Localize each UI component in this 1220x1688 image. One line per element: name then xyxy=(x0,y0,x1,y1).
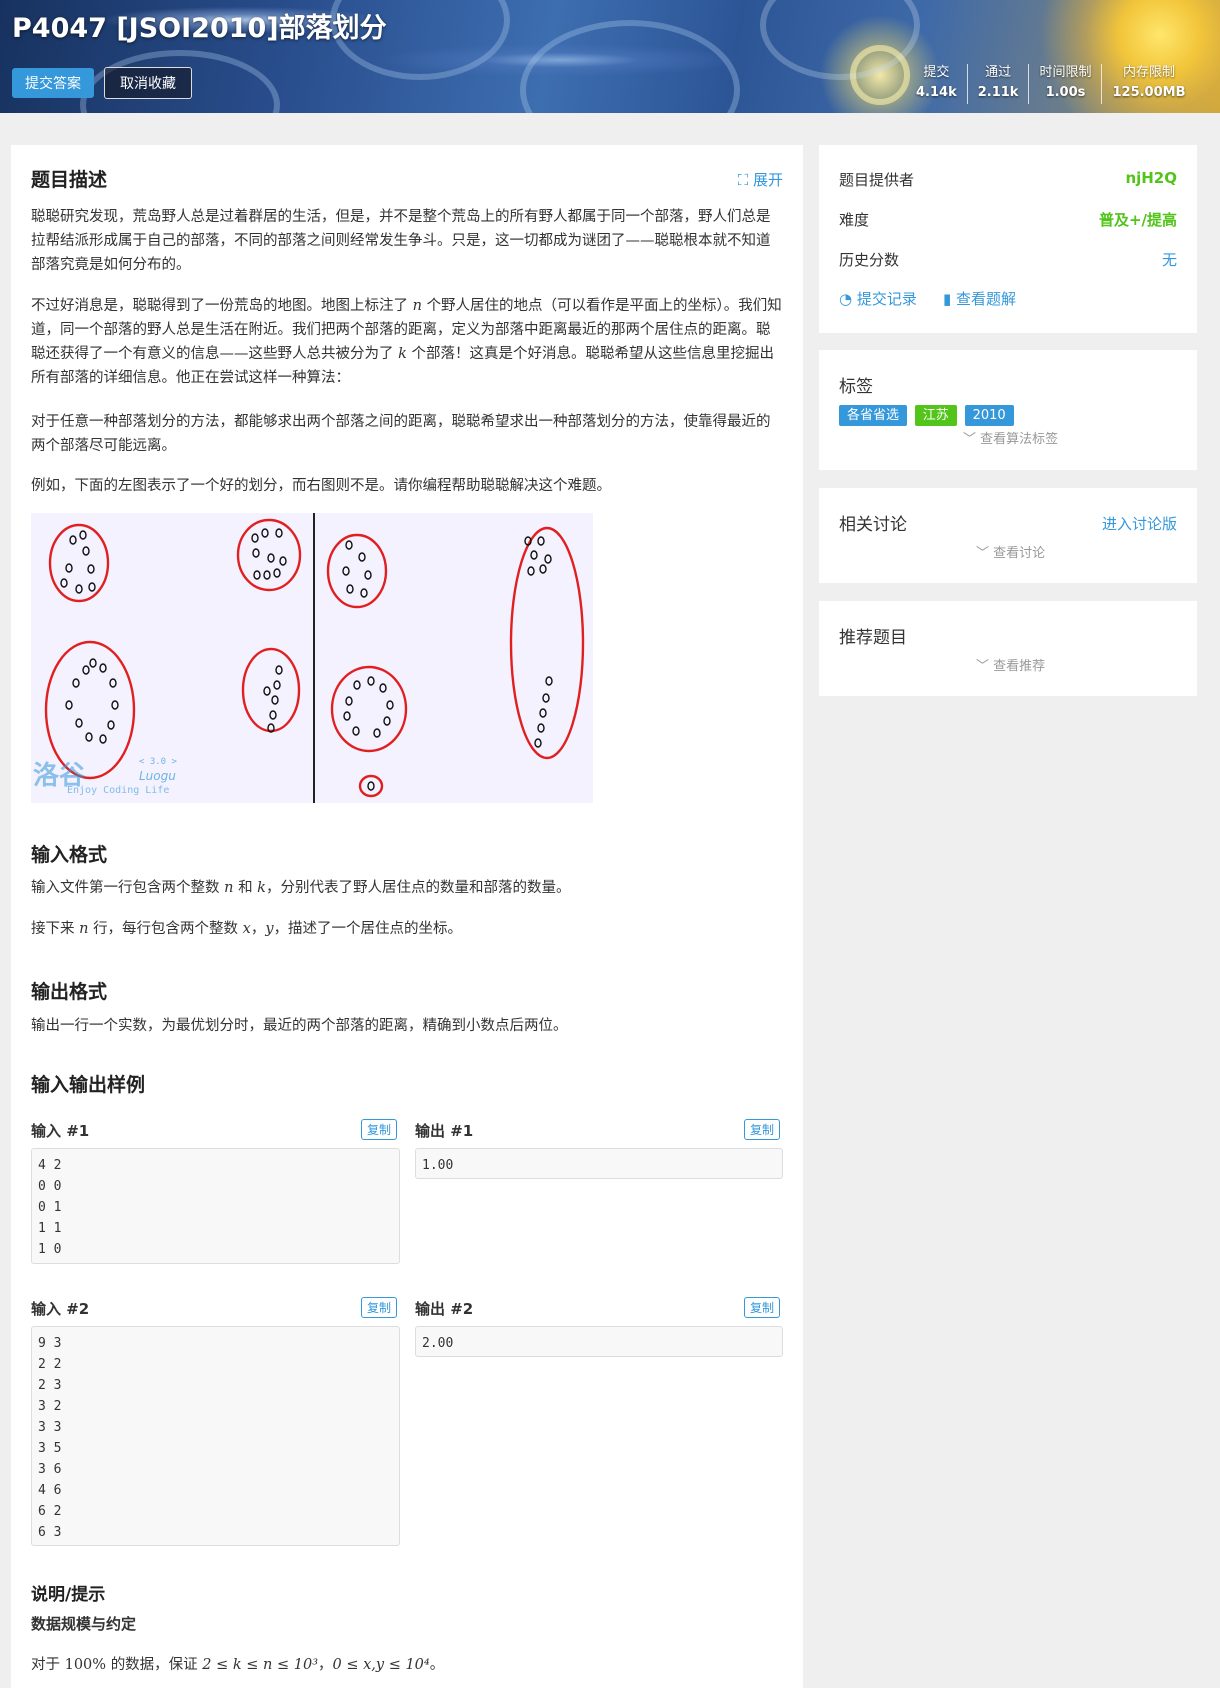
output-format-heading: 输出格式 xyxy=(31,981,108,1003)
history-score-row: 历史分数 无 xyxy=(839,251,1177,269)
sample-input-2-label: 输入 #2 xyxy=(31,1300,90,1318)
input-format-line-1: 输入文件第一行包含两个整数 n 和 k，分别代表了野人居住点的数量和部落的数量。 xyxy=(31,880,571,896)
samples-heading: 输入输出样例 xyxy=(31,1074,146,1096)
description-paragraph-3: 对于任意一种部落划分的方法，都能够求出两个部落之间的距离，聪聪希望求出一种部落划… xyxy=(31,414,771,454)
chevron-down-icon: ﹀ xyxy=(963,432,977,447)
stat-submissions: 提交 4.14k xyxy=(906,64,968,104)
expand-button[interactable]: ⛶ 展开 xyxy=(738,169,783,190)
tags-heading: 标签 xyxy=(839,377,873,397)
tag-provincial[interactable]: 各省省选 xyxy=(839,405,908,426)
unfavorite-button[interactable]: 取消收藏 xyxy=(104,67,192,99)
recommend-card: 推荐题目 ﹀ 查看推荐 xyxy=(819,601,1197,696)
problem-stats: 提交 4.14k 通过 2.11k 时间限制 1.00s 内存限制 125.00… xyxy=(906,64,1196,104)
copy-output-2-button[interactable]: 复制 xyxy=(744,1297,781,1318)
hints-constraints: 对于 100% 的数据，保证 2 ≤ k ≤ n ≤ 10³，0 ≤ x,y ≤… xyxy=(31,1657,445,1673)
problem-banner: P4047 [JSOI2010]部落划分 提交答案 取消收藏 提交 4.14k … xyxy=(0,0,1220,113)
hints-heading: 说明/提示 xyxy=(31,1585,106,1605)
copy-input-1-button[interactable]: 复制 xyxy=(361,1119,398,1140)
problem-info-card: 题目提供者 njH2Q 难度 普及+/提高 历史分数 无 ◔ 提交记录 ▮ 查看… xyxy=(819,145,1197,333)
hints-subheading: 数据规模与约定 xyxy=(31,1615,137,1633)
sample-output-1-label: 输出 #1 xyxy=(415,1122,474,1140)
copy-input-2-button[interactable]: 复制 xyxy=(361,1297,398,1318)
output-format-text: 输出一行一个实数，为最优划分时，最近的两个部落的距离，精确到小数点后两位。 xyxy=(31,1018,568,1034)
recommend-heading: 推荐题目 xyxy=(839,628,907,648)
difficulty-value: 普及+/提高 xyxy=(1098,211,1177,229)
view-algorithm-tags-button[interactable]: ﹀ 查看算法标签 xyxy=(963,428,1058,447)
input-format-line-2: 接下来 n 行，每行包含两个整数 x，y，描述了一个居住点的坐标。 xyxy=(31,921,463,937)
sample-output-2-label: 输出 #2 xyxy=(415,1300,474,1318)
submission-records-link[interactable]: ◔ 提交记录 xyxy=(839,288,917,309)
pie-chart-icon: ◔ xyxy=(839,290,853,308)
example-figure: 洛谷 < 3.0 > Luogu Enjoy Coding Life xyxy=(31,513,593,803)
provider-row: 题目提供者 njH2Q xyxy=(839,169,1177,189)
stat-time-limit: 时间限制 1.00s xyxy=(1029,64,1103,104)
chevron-down-icon: ﹀ xyxy=(976,546,990,561)
luogu-watermark: 洛谷 < 3.0 > Luogu Enjoy Coding Life xyxy=(33,757,177,796)
tag-list: 各省省选 江苏 2010 xyxy=(839,405,1017,426)
provider-link[interactable]: njH2Q xyxy=(1125,169,1177,187)
problem-content-card: 题目描述 ⛶ 展开 聪聪研究发现，荒岛野人总是过着群居的生活，但是，并不是整个荒… xyxy=(11,145,803,1688)
description-paragraph-4: 例如，下面的左图表示了一个好的划分，而右图则不是。请你编程帮助聪聪解决这个难题。 xyxy=(31,478,611,494)
history-score-value: 无 xyxy=(1161,251,1177,269)
view-recommendations-button[interactable]: ﹀ 查看推荐 xyxy=(976,655,1045,674)
description-heading: 题目描述 xyxy=(31,169,108,191)
enter-forum-link[interactable]: 进入讨论版 xyxy=(1102,513,1177,534)
discussion-card: 相关讨论 进入讨论版 ﹀ 查看讨论 xyxy=(819,488,1197,583)
sample-input-2[interactable]: 9 3 2 2 2 3 3 2 3 3 3 5 3 6 4 6 6 2 6 3 xyxy=(31,1326,400,1546)
tag-jiangsu[interactable]: 江苏 xyxy=(914,405,957,426)
book-icon: ▮ xyxy=(943,290,952,308)
description-paragraph-2: 不过好消息是，聪聪得到了一份荒岛的地图。地图上标注了 n 个野人居住的地点（可以… xyxy=(31,298,782,386)
copy-output-1-button[interactable]: 复制 xyxy=(744,1119,781,1140)
sample-input-1[interactable]: 4 2 0 0 0 1 1 1 1 0 xyxy=(31,1148,400,1264)
input-format-heading: 输入格式 xyxy=(31,844,108,866)
submit-answer-button[interactable]: 提交答案 xyxy=(12,68,94,98)
problem-title: P4047 [JSOI2010]部落划分 xyxy=(12,13,387,44)
sample-output-1[interactable]: 1.00 xyxy=(415,1148,783,1179)
tags-card: 标签 各省省选 江苏 2010 ﹀ 查看算法标签 xyxy=(819,350,1197,470)
stat-memory-limit: 内存限制 125.00MB xyxy=(1112,65,1186,100)
view-solutions-link[interactable]: ▮ 查看题解 xyxy=(943,288,1016,309)
description-paragraph-1: 聪聪研究发现，荒岛野人总是过着群居的生活，但是，并不是整个荒岛上的所有野人都属于… xyxy=(31,209,771,273)
sample-input-1-label: 输入 #1 xyxy=(31,1122,90,1140)
difficulty-row: 难度 普及+/提高 xyxy=(839,211,1177,229)
tag-2010[interactable]: 2010 xyxy=(964,405,1014,426)
chevron-down-icon: ﹀ xyxy=(976,659,990,674)
discussion-heading: 相关讨论 xyxy=(839,515,907,535)
stat-accepted: 通过 2.11k xyxy=(968,64,1030,104)
view-discussion-button[interactable]: ﹀ 查看讨论 xyxy=(976,542,1045,561)
sample-output-2[interactable]: 2.00 xyxy=(415,1326,783,1357)
expand-icon: ⛶ xyxy=(737,171,749,189)
